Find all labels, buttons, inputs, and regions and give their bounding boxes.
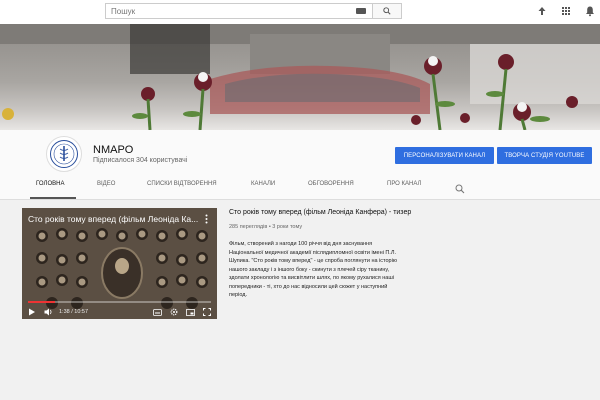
search-icon [383, 7, 391, 15]
player-title[interactable]: Сто років тому вперед (фільм Леоніда Ка.… [28, 214, 198, 224]
subscriber-count: Підписалося 304 користувачі [93, 157, 188, 164]
search-button[interactable] [372, 3, 402, 19]
channel-name: NMAPO [93, 144, 134, 156]
fullscreen-icon[interactable] [203, 308, 211, 316]
upload-icon[interactable] [536, 4, 548, 16]
video-player[interactable]: Сто років тому вперед (фільм Леоніда Ка.… [22, 208, 217, 319]
top-bar [0, 0, 600, 24]
channel-banner [0, 24, 600, 130]
channel-header [0, 130, 600, 200]
settings-gear-icon[interactable] [170, 308, 178, 316]
tab-channels[interactable]: КАНАЛИ [251, 181, 275, 187]
featured-video-description: Фільм, створений з нагоди 100 річчя від … [229, 241, 397, 298]
banner-image [0, 24, 600, 130]
progress-fill [28, 301, 56, 303]
featured-video-title[interactable]: Сто років тому вперед (фільм Леоніда Кан… [229, 209, 589, 216]
top-icons [536, 4, 596, 17]
tab-videos[interactable]: ВІДЕО [97, 181, 115, 187]
progress-bar[interactable] [28, 301, 211, 303]
more-vert-icon[interactable] [205, 214, 208, 224]
player-controls: 1:38 / 10:57 [22, 305, 217, 319]
keyboard-icon[interactable] [356, 8, 366, 14]
miniplayer-icon[interactable] [186, 308, 195, 316]
notifications-bell-icon[interactable] [584, 4, 596, 17]
tab-playlists[interactable]: СПИСКИ ВІДТВОРЕННЯ [147, 181, 217, 187]
apps-grid-icon[interactable] [560, 4, 572, 16]
youtube-studio-button[interactable]: ТВОРЧА СТУДІЯ YOUTUBE [497, 147, 592, 164]
search-icon [455, 184, 465, 194]
time-display: 1:38 / 10:57 [59, 309, 89, 315]
subtitles-icon[interactable] [153, 308, 162, 316]
tab-about[interactable]: ПРО КАНАЛ [387, 181, 421, 187]
channel-search-button[interactable] [455, 181, 465, 194]
play-icon[interactable] [28, 308, 36, 316]
search-bar [105, 3, 402, 19]
volume-icon[interactable] [44, 308, 53, 316]
tab-discussion[interactable]: ОБГОВОРЕННЯ [308, 181, 354, 187]
customize-channel-button[interactable]: ПЕРСОНАЛІЗУВАТИ КАНАЛ [395, 147, 494, 164]
nmapo-logo-icon [50, 140, 78, 168]
channel-avatar[interactable] [46, 136, 82, 172]
tab-home[interactable]: ГОЛОВНА [36, 181, 64, 187]
search-input[interactable] [105, 3, 372, 19]
featured-video-meta: 285 переглядів • 3 роки тому [229, 224, 303, 230]
